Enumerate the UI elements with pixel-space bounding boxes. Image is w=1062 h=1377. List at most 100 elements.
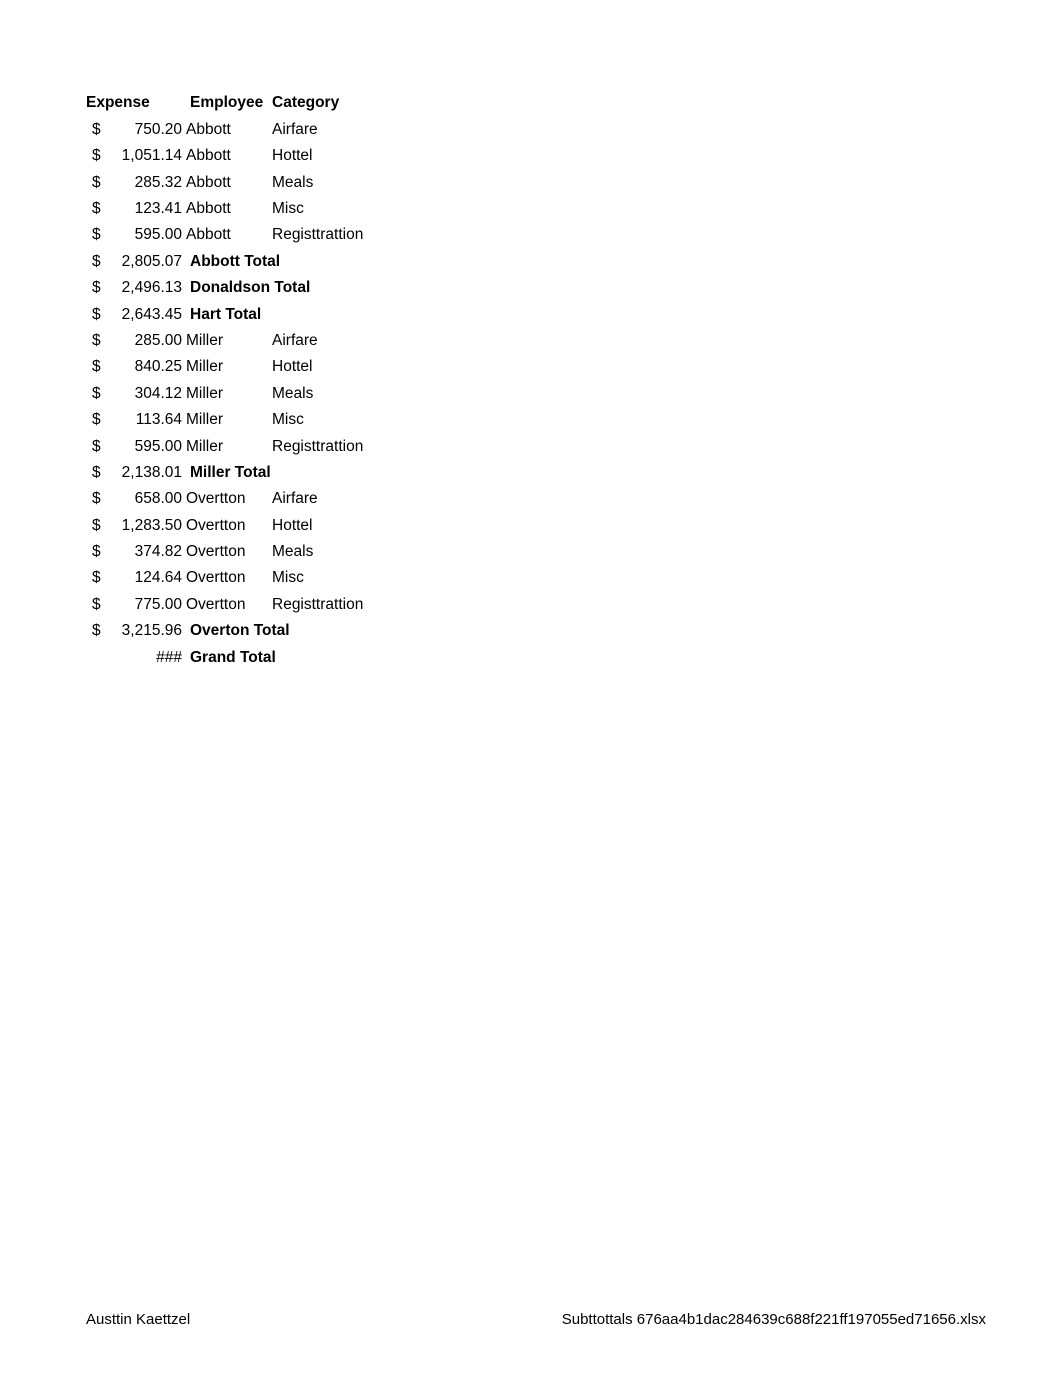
table-row: $595.00 Miller Registtrattion [84,433,392,459]
cell-category: Meals [272,543,314,561]
printed-page: Expense Employee Category $750.20 Abbott A… [0,0,1062,1377]
table-header: Expense Employee Category [84,90,392,116]
cell-category: Hottel [272,516,313,534]
table-row: $123.41 Abbott Misc [84,196,392,222]
cell-category: Airfare [272,331,318,349]
accounting-value: $1,283.50 [84,518,184,534]
cell-employee: Abbott [186,120,231,138]
cell-employee: Overtton [186,516,246,534]
accounting-value: $595.00 [84,227,184,243]
table-row: $3,215.96 Overton Total [84,618,392,644]
cell-expense: $750.20 [84,116,186,142]
cell-expense: $2,805.07 [84,248,186,274]
amount-value: 3,215.96 [121,622,182,640]
cell-expense: $374.82 [84,539,186,565]
accounting-value: $304.12 [84,386,184,402]
cell-expense: $285.32 [84,169,186,195]
currency-symbol: $ [92,384,101,402]
cell-employee: Abbott [186,200,231,217]
accounting-value: $658.00 [84,491,184,507]
cell-grand-total-label: Grand Total [190,648,276,666]
column-header-employee: Employee [190,94,264,112]
cell-category: Misc [272,411,304,429]
cell-employee: Miller [186,358,224,376]
accounting-value: $595.00 [84,439,184,455]
table-row: $2,138.01 Miller Total [84,459,392,485]
cell-employee: Overtton [186,569,246,587]
cell-expense: $2,138.01 [84,459,186,485]
table-row: $775.00 Overtton Registtrattion [84,591,392,617]
amount-value: 750.20 [134,120,182,138]
table-row: $658.00 Overtton Airfare [84,486,392,512]
currency-symbol: $ [92,358,101,376]
table-row: $2,805.07 Abbott Total [84,248,392,274]
cell-employee: Miller [186,331,224,349]
cell-expense: $840.25 [84,354,186,380]
table-row: $2,643.45 Hart Total [84,301,392,327]
cell-category: Registtrattion [272,595,364,613]
amount-value: 840.25 [134,358,182,376]
cell-subtotal-label: Donaldson Total [190,279,311,297]
cell-category: Hottel [272,358,313,376]
footer-filename: Subttottals 676aa4b1dac284639c688f221ff1… [561,1311,986,1328]
currency-symbol: $ [92,331,101,349]
currency-symbol: $ [92,173,101,191]
cell-employee: Miller [186,437,224,455]
accounting-value: $750.20 [84,122,184,138]
cell-category: Airfare [272,490,318,508]
cell-category: Registtrattion [272,437,364,455]
amount-value: 595.00 [134,226,182,244]
table-row: $2,496.13 Donaldson Total [84,275,392,301]
cell-category: Meals [272,173,314,191]
table-header-row: Expense Employee Category [84,90,392,116]
table-row: $1,283.50 Overtton Hottel [84,512,392,538]
cell-employee: Overtton [186,490,246,508]
currency-symbol: $ [92,252,101,270]
column-header-expense: Expense [86,94,150,112]
currency-symbol: $ [92,279,101,297]
cell-category: Misc [272,569,304,587]
cell-expense: $658.00 [84,486,186,512]
currency-symbol: $ [92,490,101,508]
cell-expense: $1,283.50 [84,512,186,538]
amount-value: 285.32 [134,173,182,191]
cell-expense: $113.64 [84,407,186,433]
accounting-value: $775.00 [84,597,184,613]
currency-symbol: $ [92,516,101,534]
cell-category: Registtrattion [272,226,364,244]
amount-value: 374.82 [134,543,182,561]
cell-employee: Abbott [186,147,231,165]
page-footer: Austtin Kaettzel Subttottals 676aa4b1dac… [0,1311,1062,1341]
cell-expense: $285.00 [84,328,186,354]
amount-value: 2,496.13 [121,279,182,297]
cell-employee: Abbott [186,173,231,191]
accounting-value: $2,496.13 [84,280,184,296]
amount-value: 2,643.45 [121,305,182,323]
cell-expense: $595.00 [84,222,186,248]
amount-value: 124.64 [134,569,182,587]
table-row: $285.00 Miller Airfare [84,328,392,354]
cell-expense: $1,051.14 [84,143,186,169]
cell-expense: $595.00 [84,433,186,459]
cell-expense: $304.12 [84,380,186,406]
currency-symbol: $ [92,147,101,165]
cell-employee: Abbott [186,226,231,244]
amount-value: 113.64 [135,411,182,429]
table-row: $304.12 Miller Meals [84,380,392,406]
amount-value: 1,051.14 [121,147,182,165]
accounting-value: $123.41 [84,201,184,217]
cell-expense: $775.00 [84,591,186,617]
cell-category: Airfare [272,120,318,138]
table-body: $750.20 Abbott Airfare $1,051.14 Abbott Hotte… [84,116,392,670]
currency-symbol: $ [92,120,101,138]
table-row: $1,051.14 Abbott Hottel [84,143,392,169]
accounting-value: $2,138.01 [84,465,184,481]
cell-employee: Miller [186,411,224,429]
cell-subtotal-label: Overton Total [190,622,290,640]
currency-symbol: $ [92,622,101,640]
cell-employee: Overtton [186,543,246,561]
amount-value: 595.00 [134,437,182,455]
column-header-category: Category [272,94,340,112]
amount-value: 775.00 [134,595,182,613]
cell-expense: $123.41 [84,196,186,222]
